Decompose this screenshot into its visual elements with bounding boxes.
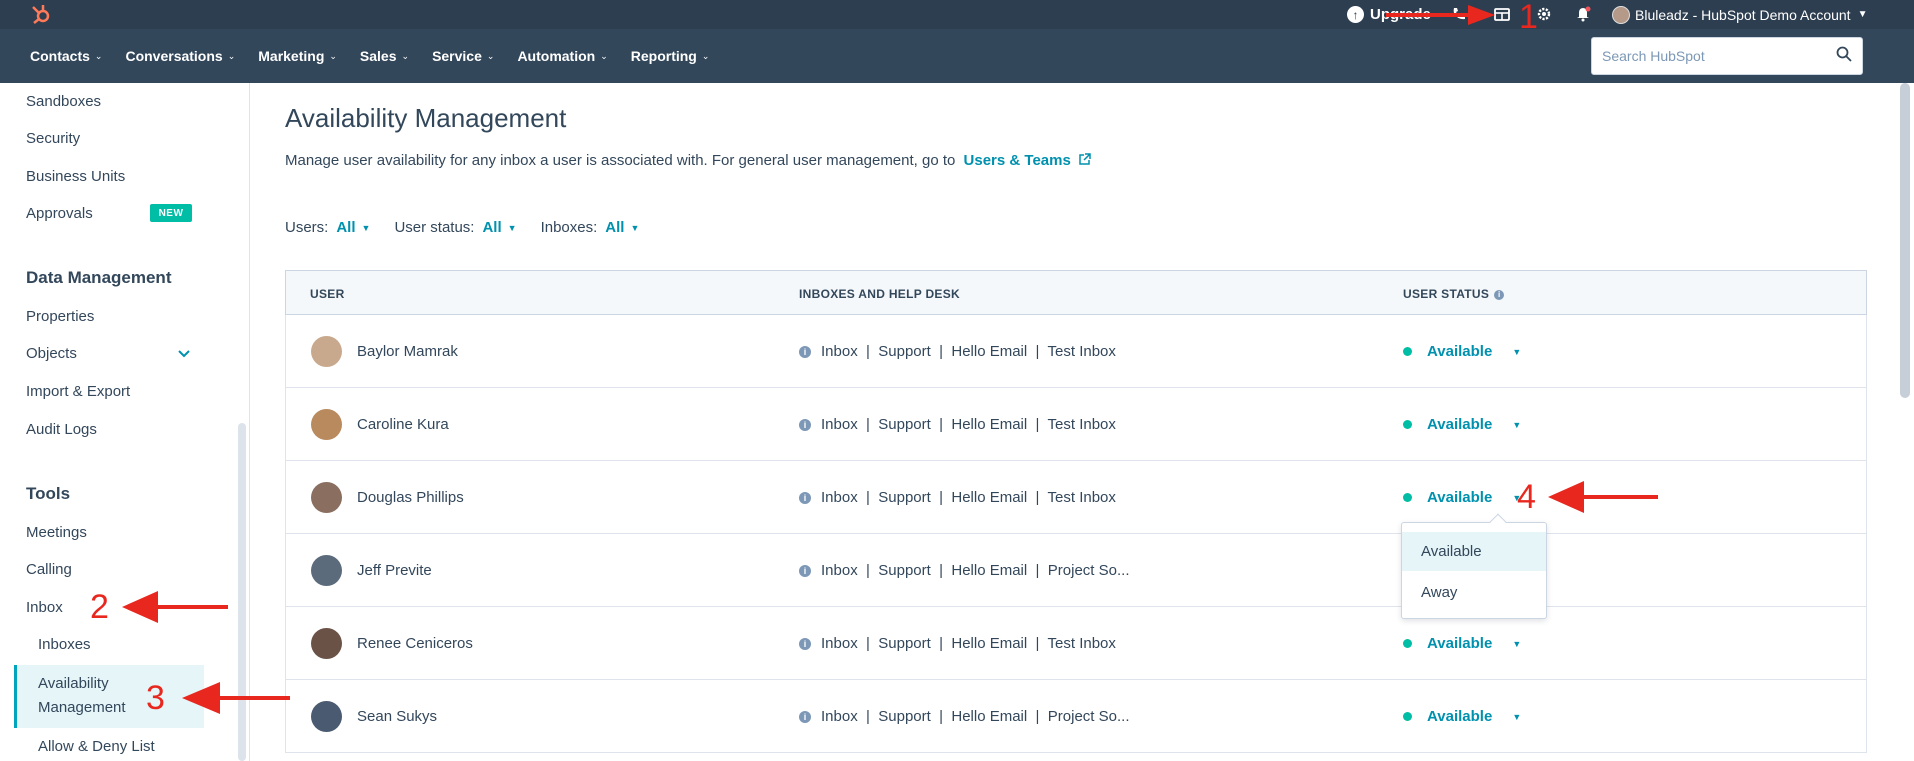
annotation-arrows: [122, 5, 1658, 714]
annotation-number-2: 2: [90, 588, 109, 626]
annotation-number-3: 3: [146, 679, 165, 717]
annotation-number-4: 4: [1517, 478, 1536, 516]
annotation-number-1: 1: [1519, 0, 1538, 36]
